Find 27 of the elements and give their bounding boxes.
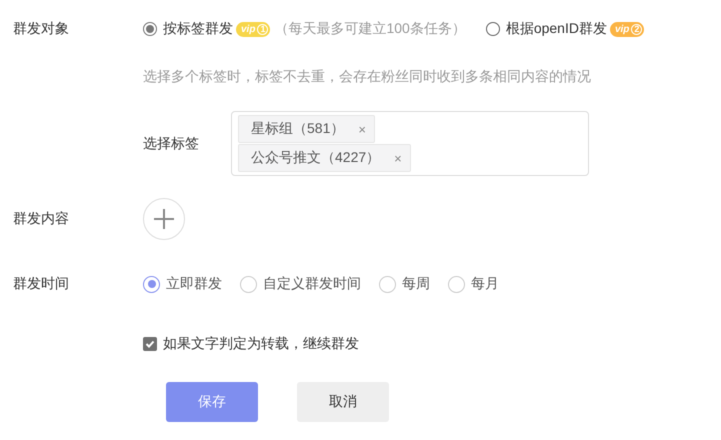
tag-select-field[interactable]: 星标组（581） × 公众号推文（4227） × [231, 111, 589, 176]
tag-chip[interactable]: 星标组（581） × [238, 115, 375, 143]
field-label: 选择标签 [143, 134, 200, 152]
vip-badge: vip 2 [610, 22, 644, 36]
tag-text: 公众号推文（4227） [251, 149, 380, 167]
tag-chip[interactable]: 公众号推文（4227） × [238, 144, 411, 172]
option-label[interactable]: 按标签群发 [163, 20, 233, 38]
plus-icon [153, 208, 175, 230]
limit-note: （每天最多可建立100条任务） [274, 20, 466, 38]
tag-text: 星标组（581） [251, 120, 344, 138]
hint-text: 选择多个标签时，标签不去重，会存在粉丝同时收到多条相同内容的情况 [143, 68, 592, 86]
cancel-button[interactable]: 取消 [297, 382, 389, 422]
option-label[interactable]: 每周 [402, 275, 430, 293]
checkbox[interactable] [143, 337, 157, 351]
field-label: 群发时间 [13, 275, 70, 293]
option-label[interactable]: 自定义群发时间 [263, 275, 361, 293]
field-label: 群发对象 [13, 20, 70, 38]
add-content-button[interactable] [143, 198, 185, 240]
radio-button[interactable] [486, 22, 500, 36]
option-label[interactable]: 根据openID群发 [506, 20, 607, 38]
checkbox-label[interactable]: 如果文字判定为转载，继续群发 [163, 335, 359, 353]
option-label[interactable]: 立即群发 [166, 275, 222, 293]
field-label: 群发内容 [13, 210, 70, 228]
vip-badge: vip 1 [236, 22, 270, 36]
radio-button[interactable] [143, 22, 157, 36]
option-label[interactable]: 每月 [471, 275, 499, 293]
radio-button[interactable] [143, 276, 160, 292]
